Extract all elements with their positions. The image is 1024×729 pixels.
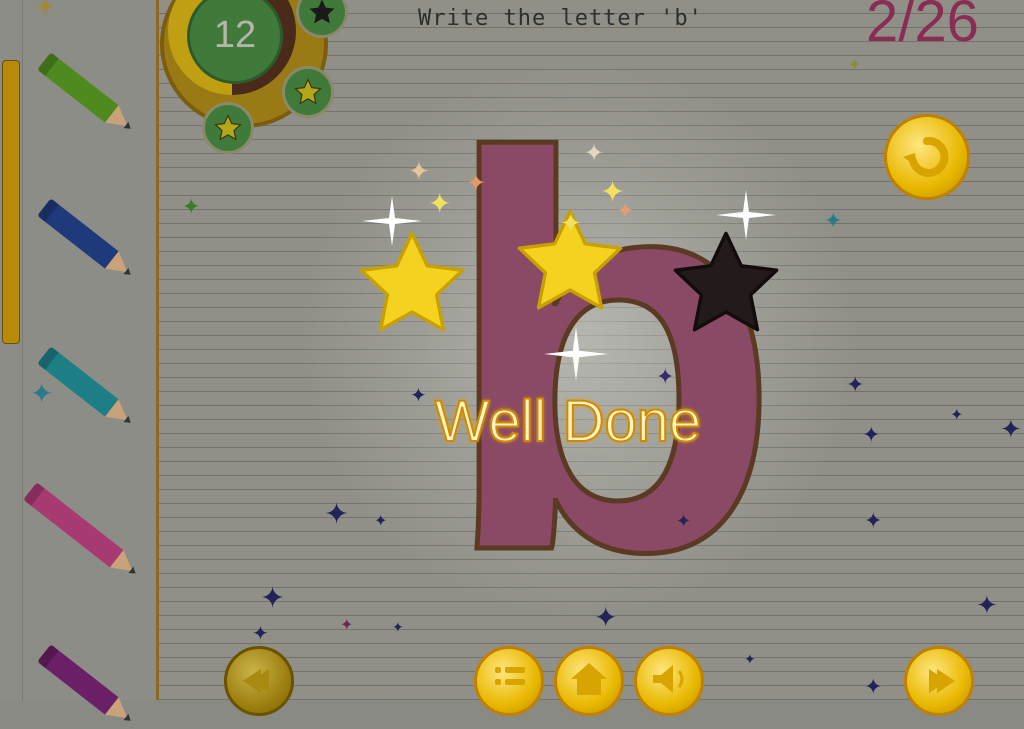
- sparkle-icon: ✦: [30, 378, 54, 409]
- timer-value: 12: [213, 14, 257, 56]
- sparkle-icon: ✦: [846, 372, 865, 397]
- sparkle-icon: ✦: [560, 208, 582, 238]
- sparkle-icon: ✦: [428, 188, 452, 219]
- sparkle-icon: ✦: [862, 422, 881, 447]
- back-arrow-icon: [243, 669, 269, 693]
- replay-button[interactable]: [884, 114, 970, 200]
- sparkle-icon: ✦: [744, 651, 756, 667]
- sidebar-divider: [22, 0, 23, 700]
- sparkle-icon: ✦: [584, 140, 605, 167]
- sparkle-icon: ✦: [864, 508, 883, 533]
- glint-sparkle-icon: [544, 327, 608, 381]
- sparkle-icon: ✦: [340, 617, 354, 634]
- next-button[interactable]: [904, 646, 974, 716]
- sidebar-scrollbar[interactable]: [2, 60, 20, 344]
- home-icon: [571, 663, 607, 695]
- sparkle-icon: ✦: [824, 208, 843, 233]
- glint-sparkle-icon: [362, 196, 422, 246]
- star-badge-icon: [282, 66, 334, 118]
- unearned-star-icon: [673, 231, 779, 332]
- sparkle-icon: ✦: [594, 602, 618, 633]
- sparkle-icon: ✦: [392, 619, 404, 635]
- sparkle-icon: ✦: [34, 0, 56, 22]
- sparkle-icon: ✦: [848, 57, 862, 74]
- sparkle-icon: ✦: [324, 498, 350, 531]
- menu-button[interactable]: [474, 646, 544, 716]
- speaker-icon: [653, 665, 684, 693]
- replay-icon: [903, 136, 949, 177]
- sparkle-icon: ✦: [656, 364, 675, 389]
- sparkle-icon: ✦: [616, 198, 635, 223]
- forward-arrow-icon: [929, 669, 955, 693]
- sparkle-icon: ✦: [408, 156, 430, 186]
- star-badge-icon: [202, 102, 254, 154]
- sparkle-icon: ✦: [466, 170, 487, 197]
- sound-button[interactable]: [634, 646, 704, 716]
- sparkle-icon: ✦: [676, 511, 692, 531]
- back-button[interactable]: [224, 646, 294, 716]
- pencil-sidebar: [0, 0, 159, 700]
- sparkle-icon: ✦: [1000, 414, 1022, 444]
- sparkle-icon: ✦: [182, 194, 201, 219]
- list-icon: [495, 667, 525, 685]
- sparkle-icon: ✦: [950, 407, 964, 424]
- glint-sparkle-icon: [716, 190, 776, 240]
- sparkle-icon: ✦: [260, 582, 286, 615]
- sparkle-icon: ✦: [252, 623, 269, 645]
- home-button[interactable]: [554, 646, 624, 716]
- well-done-message: Well Done: [434, 388, 703, 455]
- sparkle-icon: ✦: [374, 513, 388, 530]
- letter-progress-counter: 2/26: [866, 0, 979, 54]
- instruction-text: Write the letter 'b': [418, 6, 703, 31]
- sparkle-icon: ✦: [976, 590, 998, 620]
- sparkle-icon: ✦: [864, 674, 883, 699]
